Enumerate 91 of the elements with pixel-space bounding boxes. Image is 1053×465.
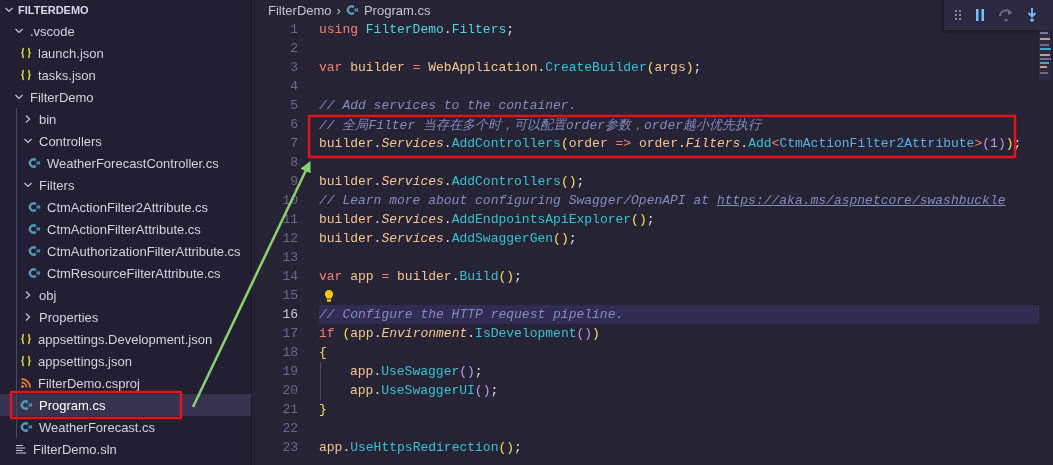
chevron-icon[interactable] (4, 5, 14, 15)
explorer-title[interactable]: FILTERDEMO (18, 4, 89, 16)
line-number: 23 (281, 440, 299, 455)
code-line: // 全局Filter 当存在多个时，可以配置order参数，order越小优先执行 (319, 116, 762, 134)
code-line: builder.Services.AddEndpointsApiExplorer(); (319, 212, 655, 227)
file-item[interactable]: CtmAuthorizationFilterAttribute.cs (0, 240, 251, 262)
grip-icon[interactable] (954, 9, 962, 21)
breadcrumb-item[interactable]: Program.cs (363, 2, 431, 18)
file-item[interactable]: FilterDemo.csproj (0, 372, 251, 394)
code-line: builder.Services.AddControllers(); (319, 174, 585, 189)
braces-icon (20, 355, 32, 367)
line-number: 13 (281, 250, 299, 265)
line-number: 6 (289, 117, 299, 132)
code-line: // Configure the HTTP request pipeline. (319, 307, 624, 322)
code-line: { (319, 345, 327, 360)
folder-item[interactable]: Controllers (0, 130, 251, 152)
file-item[interactable]: tasks.json (0, 64, 251, 86)
chevron-icon[interactable] (14, 26, 24, 36)
folder-item[interactable]: obj (0, 284, 251, 306)
line-number: 17 (281, 326, 299, 341)
code-line: builder.Services.AddControllers(order => order.Filters.Add<CtmActionFilter2Attribute>(1)); (319, 136, 1022, 151)
line-number: 12 (281, 231, 299, 246)
pause-icon[interactable] (974, 8, 986, 22)
code-line: // Learn more about configuring Swagger/OpenAPI at https://aka.ms/aspnetcore/swashbuckle (319, 193, 1006, 208)
csharp-icon (28, 201, 41, 213)
file-item[interactable]: Program.cs (0, 394, 251, 416)
folder-item[interactable]: bin (0, 108, 251, 130)
line-number: 14 (281, 269, 299, 284)
line-number: 20 (281, 383, 299, 398)
step-into-icon[interactable] (1026, 7, 1038, 23)
folder-item[interactable]: .vscode (0, 20, 251, 42)
chevron-icon[interactable] (23, 290, 33, 300)
chevron-icon[interactable] (23, 312, 33, 322)
line-number: 8 (289, 155, 299, 170)
braces-icon (20, 47, 32, 59)
file-item[interactable]: appsettings.Development.json (0, 328, 251, 350)
csharp-icon (28, 267, 41, 279)
folder-item[interactable]: Properties (0, 306, 251, 328)
csharp-icon (345, 4, 359, 16)
code-line: var app = builder.Build(); (319, 269, 522, 284)
file-item[interactable]: appsettings.json (0, 350, 251, 372)
folder-item[interactable]: FilterDemo (0, 86, 251, 108)
csharp-icon (20, 399, 33, 411)
line-number: 5 (289, 98, 299, 113)
step-over-icon[interactable] (998, 8, 1014, 22)
line-number: 2 (289, 41, 299, 56)
line-number: 21 (281, 402, 299, 417)
code-line: builder.Services.AddSwaggerGen(); (319, 231, 577, 246)
chevron-icon[interactable] (23, 136, 33, 146)
code-line: if (app.Environment.IsDevelopment()) (319, 326, 600, 341)
lightbulb-icon[interactable] (324, 288, 334, 303)
chevron-icon[interactable] (23, 114, 33, 124)
folder-item[interactable]: Filters (0, 174, 251, 196)
line-number: 22 (281, 421, 299, 436)
chevron-icon[interactable] (23, 180, 33, 190)
minimap-drawing[interactable] (1039, 30, 1051, 80)
file-item[interactable]: WeatherForecast.cs (0, 416, 251, 438)
code-line: app.UseHttpsRedirection(); (319, 440, 522, 455)
rss-icon (20, 377, 32, 389)
lines-icon (15, 443, 27, 455)
code-line: // Add services to the container. (319, 98, 577, 113)
line-number: 3 (289, 60, 299, 75)
link[interactable]: https://aka.ms/aspnetcore/swashbuckle (716, 193, 1006, 208)
braces-icon (20, 69, 32, 81)
csharp-icon (28, 223, 41, 235)
csharp-icon (28, 157, 41, 169)
file-item[interactable]: CtmActionFilterAttribute.cs (0, 218, 251, 240)
line-number: 19 (281, 364, 299, 379)
line-number: 7 (289, 136, 299, 151)
line-number: 1 (289, 22, 299, 37)
braces-icon (20, 333, 32, 345)
file-item[interactable]: CtmActionFilter2Attribute.cs (0, 196, 251, 218)
code-line: var builder = WebApplication.CreateBuilder(args); (319, 60, 702, 75)
breadcrumb-separator: › (336, 2, 341, 18)
csharp-icon (28, 245, 41, 257)
csharp-icon (20, 421, 33, 433)
line-number: 18 (281, 345, 299, 360)
line-number: 9 (289, 174, 299, 189)
line-number: 15 (281, 288, 299, 303)
file-item[interactable]: FilterDemo.sln (0, 438, 251, 460)
line-number: 16 (281, 307, 299, 322)
file-item[interactable]: CtmResourceFilterAttribute.cs (0, 262, 251, 284)
code-line: } (319, 402, 327, 417)
code-line: app.UseSwagger(); (350, 364, 483, 379)
chevron-icon[interactable] (14, 92, 24, 102)
code-line: using FilterDemo.Filters; (319, 22, 515, 37)
file-item[interactable]: WeatherForecastController.cs (0, 152, 251, 174)
breadcrumb-item[interactable]: FilterDemo (268, 2, 332, 18)
file-item[interactable]: launch.json (0, 42, 251, 64)
code-line: app.UseSwaggerUI(); (350, 383, 499, 398)
line-number: 4 (289, 79, 299, 94)
